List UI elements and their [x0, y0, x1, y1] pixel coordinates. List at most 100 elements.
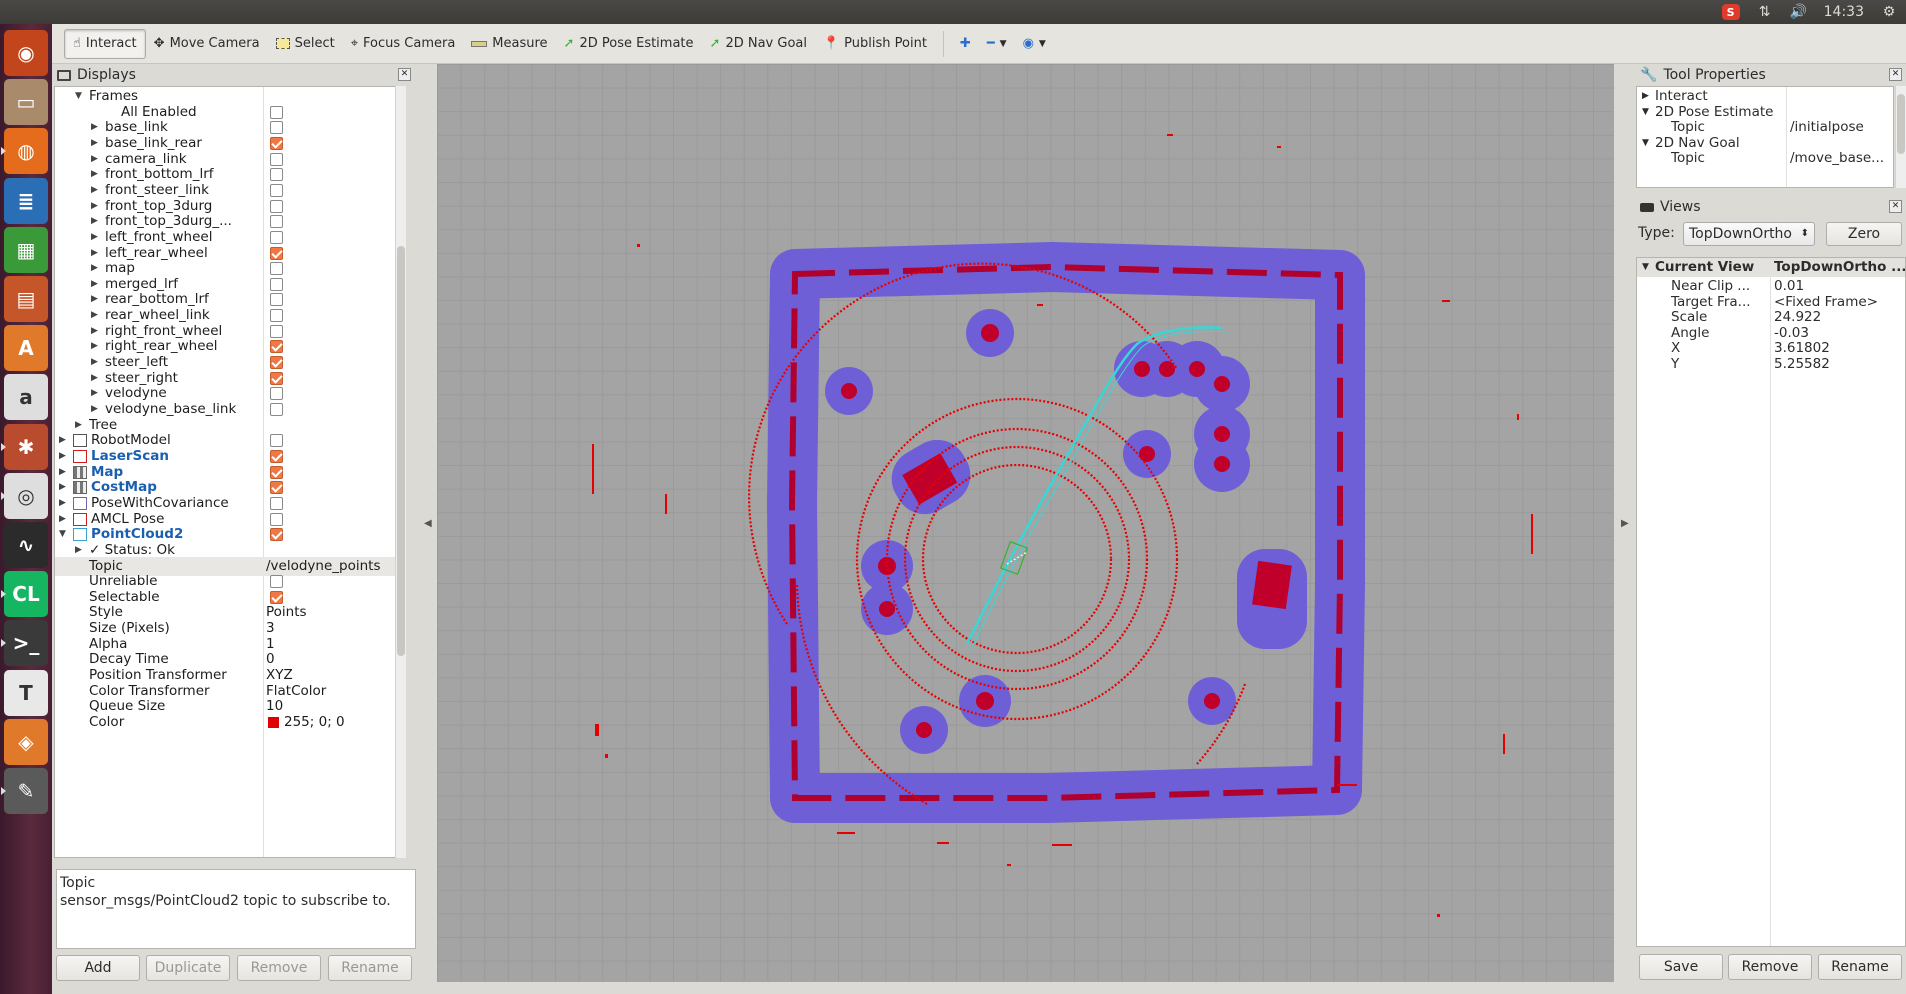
current-view-label: Current View: [1655, 259, 1755, 275]
enable-checkbox[interactable]: [270, 528, 283, 542]
enable-checkbox[interactable]: [270, 293, 283, 307]
amcl-pose-icon: [73, 512, 87, 526]
volume-icon[interactable]: 🔊: [1790, 4, 1808, 20]
ubuntu-dash-icon: ◉: [17, 41, 35, 65]
input-method-icon[interactable]: S: [1721, 4, 1740, 20]
launcher-item[interactable]: ▤: [4, 276, 48, 322]
focus-camera-tool-button[interactable]: ⌖ Focus Camera: [343, 29, 464, 59]
launcher-item[interactable]: ≣: [4, 177, 48, 224]
remove-display-button[interactable]: Remove: [237, 955, 321, 981]
enable-checkbox[interactable]: [270, 590, 283, 604]
launcher-item[interactable]: >_: [1, 620, 48, 667]
tool-properties-scrollbar[interactable]: [1895, 86, 1906, 188]
launcher-item[interactable]: ◍: [1, 128, 48, 175]
render-viewport[interactable]: [437, 64, 1614, 982]
rename-display-button[interactable]: Rename: [328, 955, 412, 981]
view-property-value[interactable]: 5.25582: [1774, 355, 1830, 374]
enable-checkbox[interactable]: [270, 215, 283, 229]
enable-checkbox[interactable]: [270, 434, 283, 448]
remove-tool-button[interactable]: ━ ▼: [979, 29, 1015, 59]
collapse-right-arrow-icon[interactable]: ▶: [1621, 518, 1629, 529]
enable-checkbox[interactable]: [270, 403, 283, 416]
property-value[interactable]: 255; 0; 0: [284, 713, 345, 732]
launcher-item[interactable]: ✱: [1, 423, 48, 470]
scene-canvas[interactable]: [437, 64, 1614, 982]
enable-checkbox[interactable]: [270, 168, 283, 182]
launcher-item[interactable]: a: [4, 374, 48, 421]
enable-checkbox[interactable]: [270, 309, 283, 323]
display-tree-row[interactable]: Color 255; 0; 0: [55, 713, 405, 732]
rename-view-button[interactable]: Rename: [1818, 954, 1902, 980]
costmap-lethal-layer: [788, 263, 1343, 801]
laser-scan-icon: [73, 449, 87, 463]
close-icon[interactable]: ✕: [1889, 200, 1902, 213]
tool-property-value[interactable]: /move_base...: [1790, 149, 1884, 168]
enable-checkbox[interactable]: [270, 230, 283, 244]
enable-checkbox[interactable]: [270, 152, 283, 166]
enable-checkbox[interactable]: [270, 183, 283, 197]
network-icon[interactable]: ⇅: [1756, 4, 1774, 20]
save-view-button[interactable]: Save: [1639, 954, 1723, 980]
enable-checkbox[interactable]: [270, 449, 283, 463]
enable-checkbox[interactable]: [270, 496, 283, 510]
displays-scrollbar[interactable]: [395, 86, 406, 858]
enable-checkbox[interactable]: [270, 575, 283, 589]
enable-checkbox[interactable]: [270, 262, 283, 276]
launcher-item[interactable]: ◈: [4, 718, 48, 765]
zero-button[interactable]: Zero: [1826, 222, 1902, 246]
clock[interactable]: 14:33: [1824, 4, 1864, 20]
remove-view-button[interactable]: Remove: [1728, 954, 1812, 980]
close-icon[interactable]: ✕: [398, 68, 411, 81]
current-view-header[interactable]: ▼ Current View TopDownOrtho ...: [1637, 258, 1905, 277]
enable-checkbox[interactable]: [270, 277, 283, 291]
launcher-item[interactable]: ∿: [4, 522, 48, 568]
add-display-button[interactable]: Add: [56, 955, 140, 981]
tool-property-row[interactable]: Topic/move_base...: [1637, 149, 1893, 168]
add-tool-button[interactable]: ✚: [952, 29, 979, 59]
scrollbar-thumb[interactable]: [397, 246, 405, 656]
interact-tool-button[interactable]: ☝ Interact: [64, 28, 146, 59]
view-type-select[interactable]: TopDownOrtho ⬍: [1683, 222, 1815, 246]
expanded-arrow-icon[interactable]: ▼: [1642, 258, 1649, 277]
camera-type-button[interactable]: ◉ ▼: [1015, 29, 1054, 59]
nav-goal-tool-button[interactable]: ➚ 2D Nav Goal: [702, 29, 815, 59]
enable-checkbox[interactable]: [270, 246, 283, 260]
color-swatch[interactable]: [268, 717, 279, 728]
power-gear-icon[interactable]: ⚙: [1880, 4, 1898, 20]
pose-estimate-tool-button[interactable]: ➚ 2D Pose Estimate: [556, 29, 702, 59]
enable-checkbox[interactable]: [270, 387, 283, 401]
launcher-item[interactable]: ▦: [4, 226, 48, 273]
move-camera-tool-button[interactable]: ✥ Move Camera: [146, 29, 268, 59]
measure-tool-button[interactable]: Measure: [463, 29, 555, 59]
enable-checkbox[interactable]: [270, 356, 283, 370]
launcher-item[interactable]: ◉: [4, 30, 48, 76]
files-icon: ▭: [16, 90, 36, 115]
launcher-item[interactable]: ▭: [4, 79, 48, 126]
enable-checkbox[interactable]: [270, 324, 283, 338]
enable-checkbox[interactable]: [270, 465, 283, 479]
move-arrows-icon: ✥: [153, 36, 165, 51]
enable-checkbox[interactable]: [270, 340, 283, 354]
select-tool-button[interactable]: Select: [268, 29, 343, 59]
collapse-left-arrow-icon[interactable]: ◀: [424, 518, 432, 529]
launcher-item[interactable]: ✎: [1, 768, 48, 814]
enable-checkbox[interactable]: [270, 481, 283, 495]
view-property-row[interactable]: Y 5.25582: [1637, 355, 1905, 374]
enable-checkbox[interactable]: [270, 121, 283, 135]
launcher-item[interactable]: CL: [1, 571, 48, 618]
launcher-item[interactable]: ◎: [1, 472, 48, 519]
duplicate-display-button[interactable]: Duplicate: [146, 955, 230, 981]
enable-checkbox[interactable]: [270, 199, 283, 213]
launcher-item[interactable]: A: [4, 325, 48, 372]
wrench-icon: 🔧: [1640, 67, 1658, 83]
scrollbar-thumb[interactable]: [1897, 94, 1905, 154]
impress-icon: ▤: [16, 287, 36, 311]
system-monitor-icon: ∿: [17, 533, 35, 557]
enable-checkbox[interactable]: [270, 371, 283, 385]
enable-checkbox[interactable]: [270, 136, 283, 150]
close-icon[interactable]: ✕: [1889, 68, 1902, 81]
enable-checkbox[interactable]: [270, 512, 283, 526]
launcher-item[interactable]: T: [4, 669, 48, 716]
publish-point-tool-button[interactable]: 📍 Publish Point: [815, 29, 935, 59]
enable-checkbox[interactable]: [270, 105, 283, 119]
